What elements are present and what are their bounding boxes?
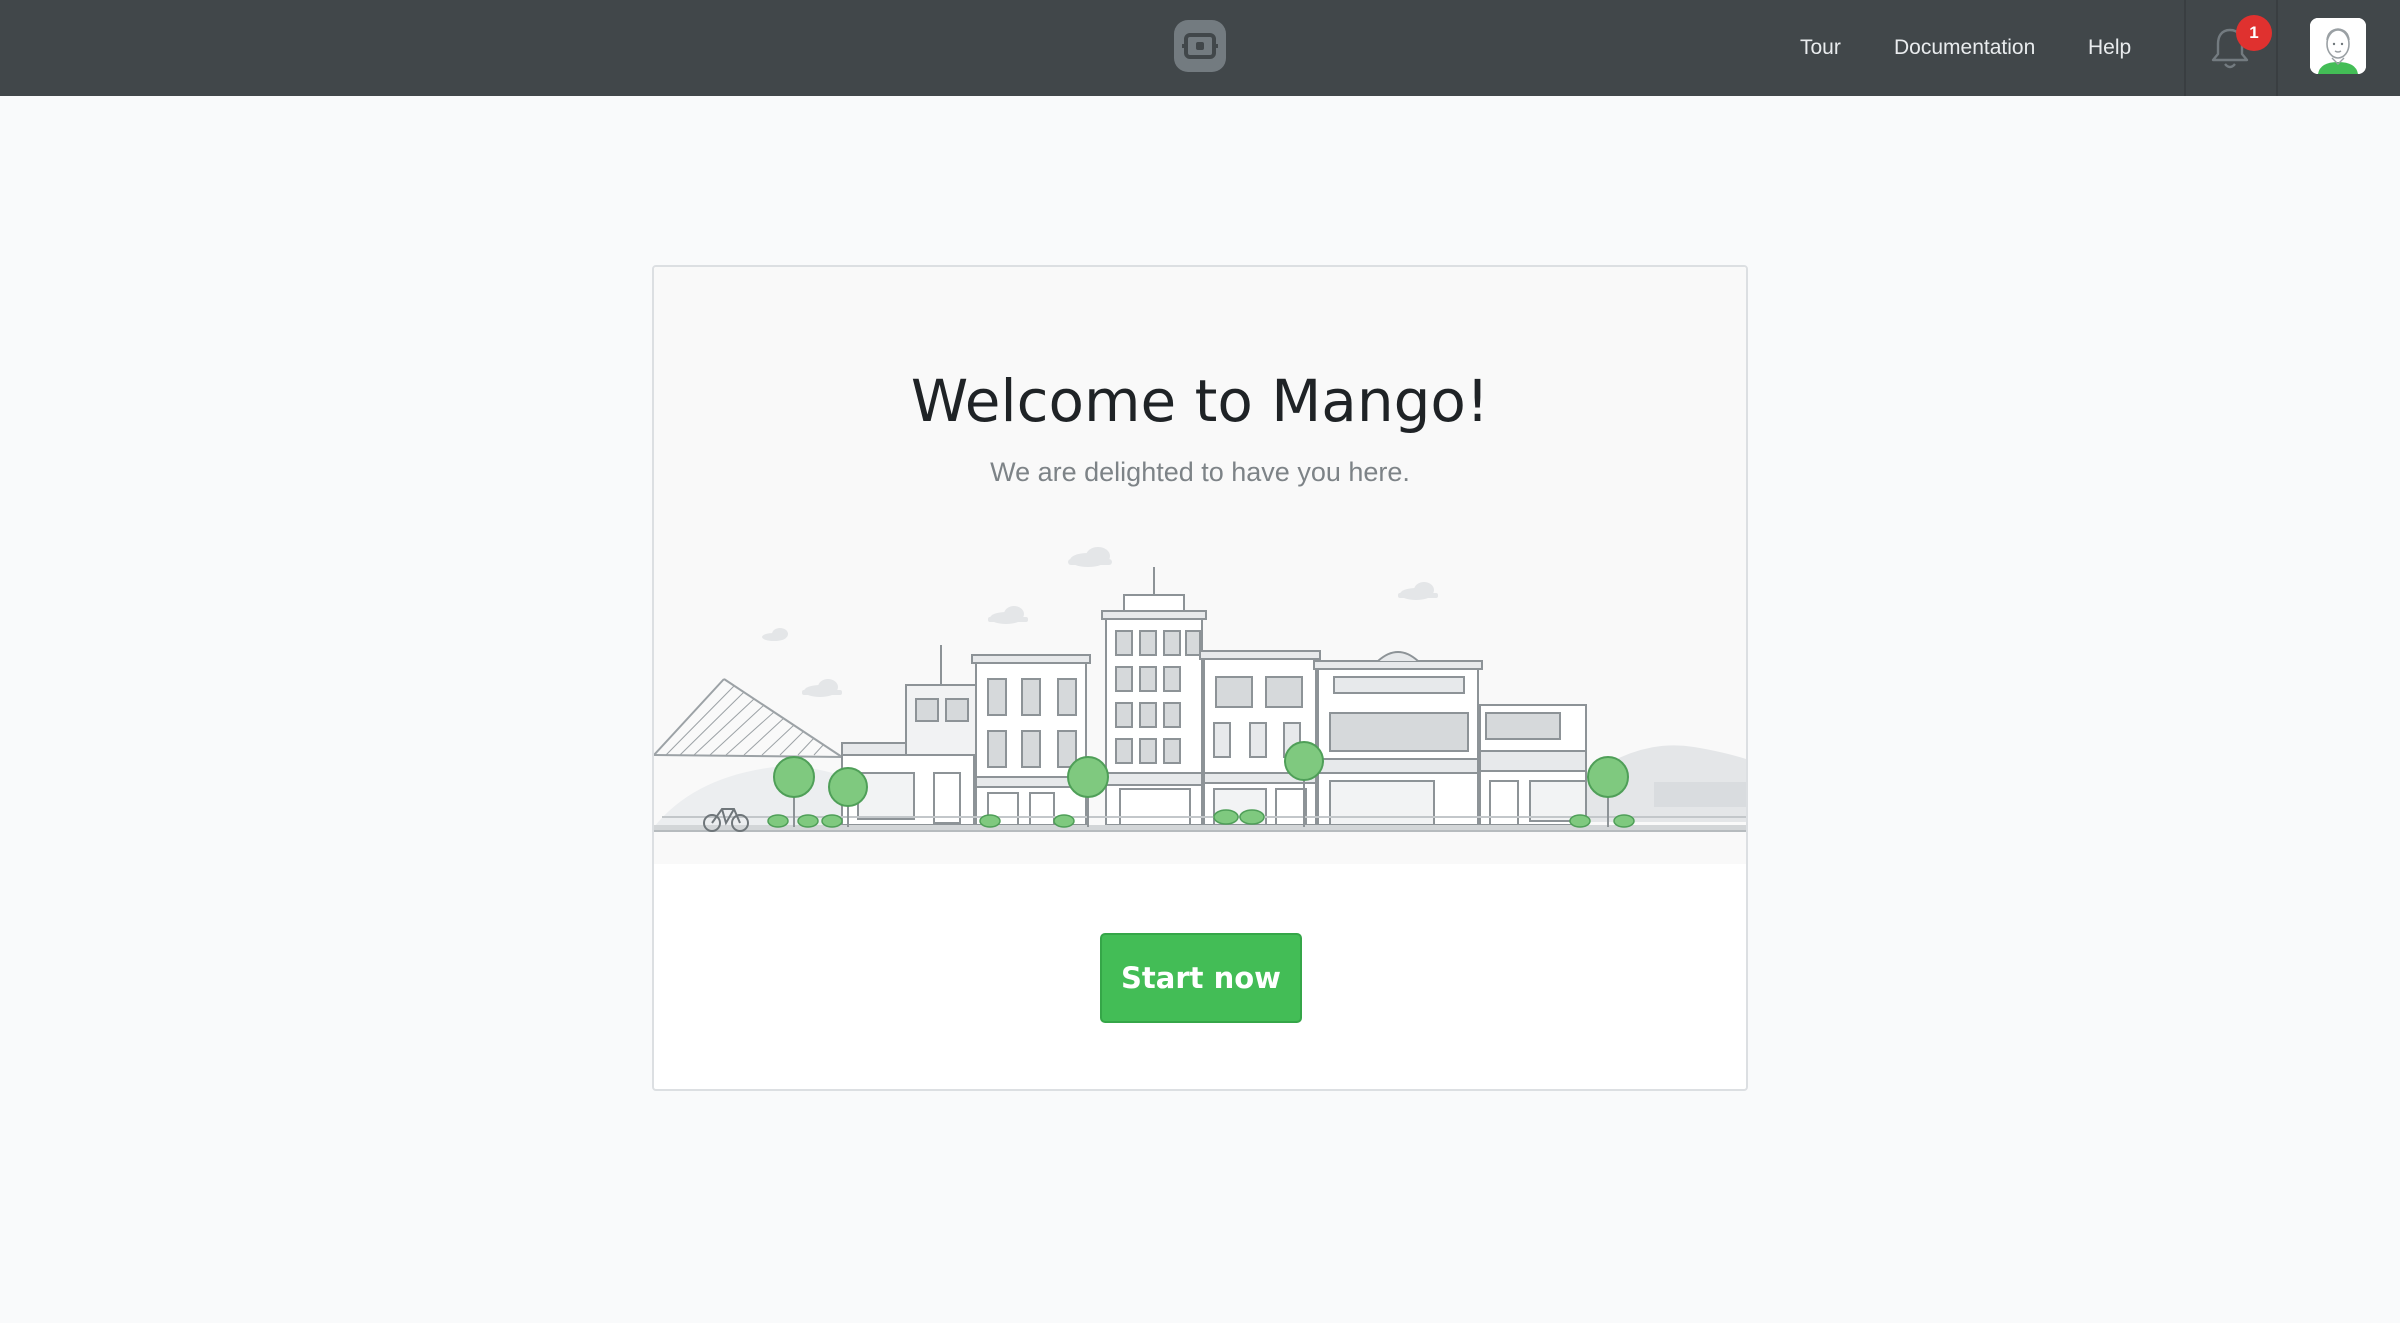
notification-count-badge: 1	[2236, 15, 2272, 51]
mango-logo-icon[interactable]	[1174, 20, 1226, 72]
notifications-button[interactable]: 1	[2186, 0, 2278, 96]
nav-tour-link[interactable]: Tour	[1800, 30, 1841, 66]
avatar[interactable]	[2310, 18, 2366, 74]
nav-divider	[2276, 0, 2278, 96]
top-bar: Tour Documentation Help 1	[0, 0, 2400, 96]
welcome-card-header: Welcome to Mango! We are delighted to ha…	[654, 267, 1746, 864]
welcome-card: Welcome to Mango! We are delighted to ha…	[652, 265, 1748, 1091]
page-title: Welcome to Mango!	[910, 367, 1490, 435]
start-now-button[interactable]: Start now	[1100, 933, 1302, 1023]
page-subtitle: We are delighted to have you here.	[990, 457, 1410, 487]
city-street-illustration	[654, 547, 1746, 832]
nav-documentation-link[interactable]: Documentation	[1894, 30, 2035, 66]
nav-help-link[interactable]: Help	[2088, 30, 2131, 66]
